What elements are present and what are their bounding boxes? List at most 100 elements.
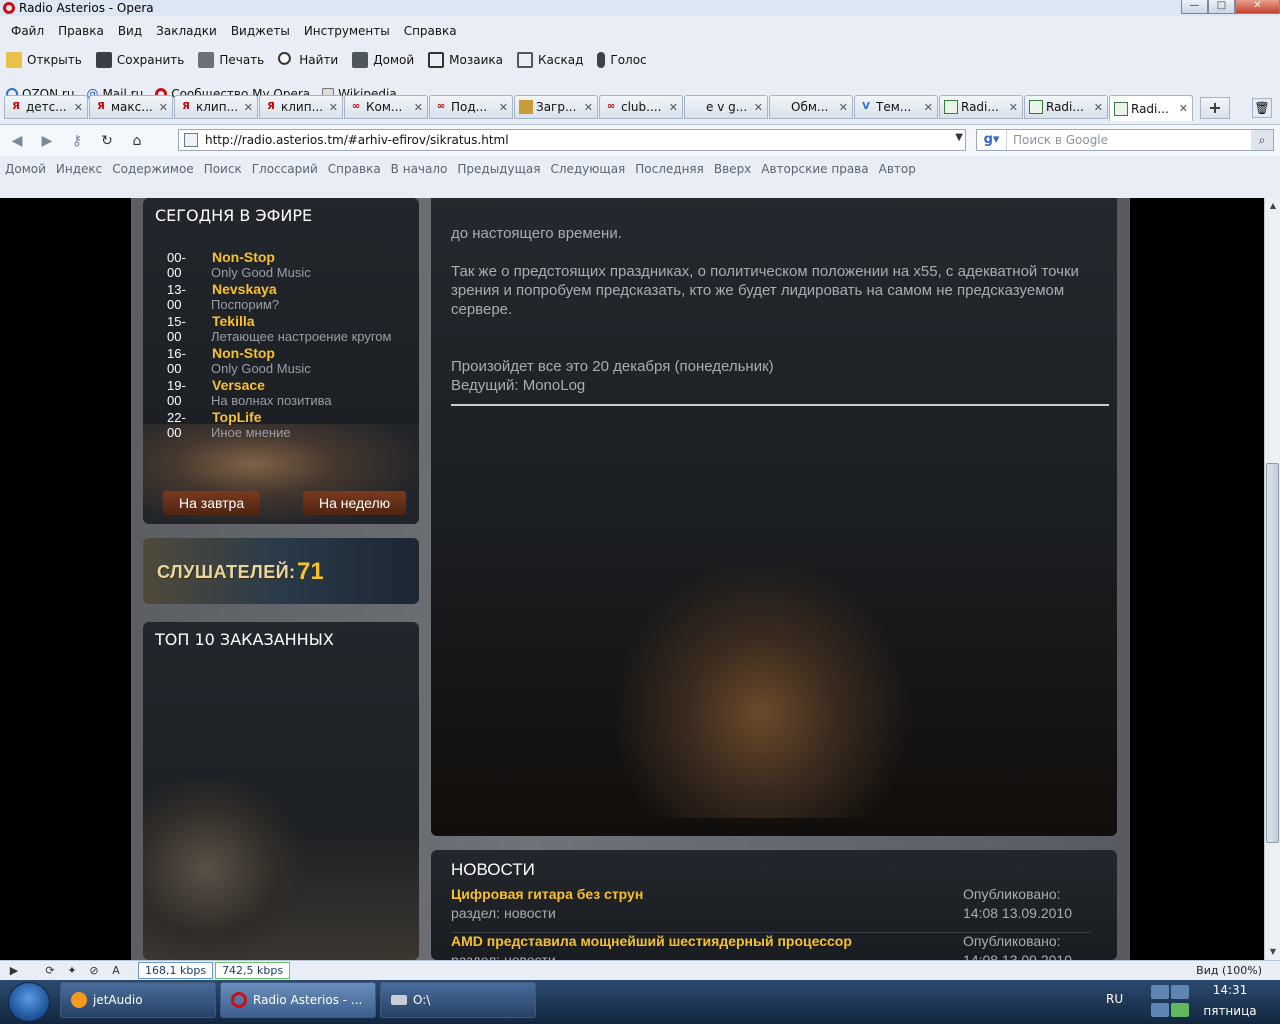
scroll-thumb[interactable] xyxy=(1266,463,1279,843)
tab[interactable]: V Тем... ✕ xyxy=(854,95,938,119)
menu-widgets[interactable]: Виджеты xyxy=(224,24,297,38)
tab[interactable]: Загр... ✕ xyxy=(514,95,598,119)
open-button[interactable]: Открыть xyxy=(6,52,82,68)
search-field[interactable]: g▾ Поиск в Google ⌕ xyxy=(976,129,1274,151)
menu-tools[interactable]: Инструменты xyxy=(297,24,397,38)
nav-link[interactable]: В начало xyxy=(391,162,448,176)
show-name[interactable]: Non-Stop xyxy=(212,345,275,361)
menu-bookmarks[interactable]: Закладки xyxy=(149,24,224,38)
minimize-button[interactable]: — xyxy=(1181,0,1208,14)
close-icon[interactable]: ✕ xyxy=(1009,101,1018,114)
news-link[interactable]: Цифровая гитара без струн xyxy=(451,886,643,902)
vertical-scrollbar[interactable]: ▲ ▼ xyxy=(1264,198,1280,960)
home-button[interactable]: Домой xyxy=(352,52,414,68)
save-button[interactable]: Сохранить xyxy=(95,52,184,68)
close-button[interactable]: ✕ xyxy=(1235,0,1280,14)
tab[interactable]: Ядетс... ✕ xyxy=(4,95,88,119)
close-icon[interactable]: ✕ xyxy=(754,101,763,114)
monitor-icon[interactable] xyxy=(1171,985,1189,999)
nav-link[interactable]: Автор xyxy=(879,162,916,176)
new-tab-button[interactable]: + xyxy=(1200,97,1230,119)
scroll-down-icon[interactable]: ▼ xyxy=(1265,944,1280,960)
task-jetaudio[interactable]: jetAudio xyxy=(60,982,216,1018)
close-icon[interactable]: ✕ xyxy=(414,101,423,114)
menu-help[interactable]: Справка xyxy=(397,24,464,38)
scroll-up-icon[interactable]: ▲ xyxy=(1265,198,1280,214)
menu-view[interactable]: Вид xyxy=(111,24,149,38)
task-opera[interactable]: Radio Asterios - ... xyxy=(220,982,376,1018)
nav-link[interactable]: Глоссарий xyxy=(252,162,318,176)
trash-icon[interactable]: 🗑 xyxy=(1252,98,1272,118)
cascade-button[interactable]: Каскад xyxy=(517,52,583,68)
maximize-button[interactable]: □ xyxy=(1208,0,1235,14)
tab[interactable]: ∞ club.... ✕ xyxy=(599,95,683,119)
zoom-level[interactable]: Вид (100%) xyxy=(1196,964,1262,977)
news-link[interactable]: AMD представила мощнейший шестиядерный п… xyxy=(451,933,852,949)
tile-button[interactable]: Мозаика xyxy=(428,52,503,68)
sync-icon[interactable]: ⟳ xyxy=(42,964,58,978)
reload-icon[interactable]: ↻ xyxy=(94,130,120,152)
back-icon[interactable]: ◀ xyxy=(4,130,30,152)
panel-toggle-icon[interactable]: ▶ xyxy=(6,964,22,978)
nav-link[interactable]: Содержимое xyxy=(112,162,193,176)
close-icon[interactable]: ✕ xyxy=(74,101,83,114)
font-icon[interactable]: A xyxy=(108,964,124,978)
nav-link[interactable]: Авторские права xyxy=(761,162,868,176)
tab[interactable]: Radi... ✕ xyxy=(939,95,1023,119)
close-icon[interactable]: ✕ xyxy=(499,101,508,114)
close-icon[interactable]: ✕ xyxy=(244,101,253,114)
show-name[interactable]: Tekilla xyxy=(212,313,255,329)
show-name[interactable]: Versace xyxy=(212,377,265,393)
close-icon[interactable]: ✕ xyxy=(1094,101,1103,114)
close-icon[interactable]: ✕ xyxy=(1179,102,1188,115)
nav-link[interactable]: Вверх xyxy=(714,162,751,176)
nav-link[interactable]: Последняя xyxy=(635,162,704,176)
google-icon[interactable]: g▾ xyxy=(977,130,1007,150)
show-name[interactable]: Non-Stop xyxy=(212,249,275,265)
show-name[interactable]: TopLife xyxy=(212,409,262,425)
close-icon[interactable]: ✕ xyxy=(584,101,593,114)
block-icon[interactable]: ⊘ xyxy=(86,964,102,978)
network-icon[interactable] xyxy=(1151,985,1169,999)
tab[interactable]: Обм... ✕ xyxy=(769,95,853,119)
nav-link[interactable]: Индекс xyxy=(56,162,102,176)
update-icon[interactable] xyxy=(1171,1003,1189,1017)
tomorrow-button[interactable]: На завтра xyxy=(163,491,261,515)
unite-icon[interactable]: ✦ xyxy=(64,964,80,978)
windows-start-icon[interactable] xyxy=(8,982,50,1022)
close-icon[interactable]: ✕ xyxy=(159,101,168,114)
tab[interactable]: Яклип... ✕ xyxy=(174,95,258,119)
tab[interactable]: Ямакс... ✕ xyxy=(89,95,173,119)
language-indicator[interactable]: RU xyxy=(1106,992,1123,1006)
home-icon[interactable]: ⌂ xyxy=(124,130,150,152)
nav-link[interactable]: Предыдущая xyxy=(457,162,540,176)
menu-edit[interactable]: Правка xyxy=(51,24,111,38)
task-drive[interactable]: O:\ xyxy=(380,982,536,1018)
volume-icon[interactable] xyxy=(1151,1003,1169,1017)
tab[interactable]: ∞ Ком... ✕ xyxy=(344,95,428,119)
tab[interactable]: Radi... ✕ xyxy=(1109,95,1193,121)
voice-button[interactable]: Голос xyxy=(597,52,647,68)
week-button[interactable]: На неделю xyxy=(303,491,407,515)
tab[interactable]: Яклип... ✕ xyxy=(259,95,343,119)
nav-link[interactable]: Следующая xyxy=(550,162,625,176)
close-icon[interactable]: ✕ xyxy=(669,101,678,114)
forward-icon[interactable]: ▶ xyxy=(34,130,60,152)
chevron-down-icon[interactable]: ▼ xyxy=(955,132,963,143)
show-name[interactable]: Nevskaya xyxy=(212,281,277,297)
clock[interactable]: 14:31 пятница xyxy=(1200,982,1260,1020)
menu-file[interactable]: Файл xyxy=(4,24,51,38)
close-icon[interactable]: ✕ xyxy=(329,101,338,114)
print-button[interactable]: Печать xyxy=(198,52,264,68)
nav-link[interactable]: Домой xyxy=(5,162,46,176)
tab[interactable]: ∞ Под... ✕ xyxy=(429,95,513,119)
close-icon[interactable]: ✕ xyxy=(924,101,933,114)
close-icon[interactable]: ✕ xyxy=(839,101,848,114)
tab[interactable]: Radi... ✕ xyxy=(1024,95,1108,119)
find-button[interactable]: Найти xyxy=(278,52,338,68)
nav-link[interactable]: Справка xyxy=(328,162,381,176)
nav-link[interactable]: Поиск xyxy=(204,162,242,176)
tab[interactable]: e v g... ✕ xyxy=(684,95,768,119)
wand-key-icon[interactable]: ⚷ xyxy=(64,130,90,152)
search-icon[interactable]: ⌕ xyxy=(1251,130,1273,150)
